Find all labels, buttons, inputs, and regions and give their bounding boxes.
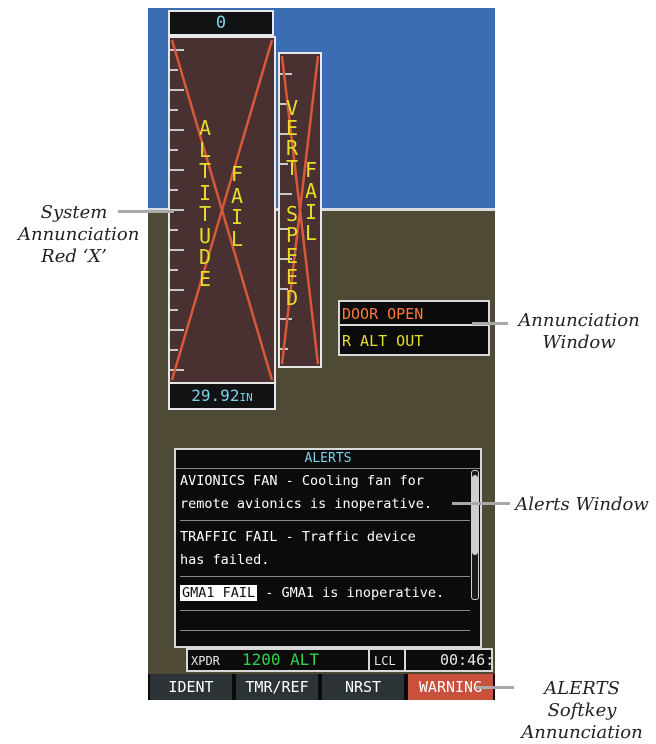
- callout-line: System: [40, 202, 108, 223]
- alert-item-line: AVIONICS FAN - Cooling fan for: [180, 473, 424, 489]
- baro-value: 29.92: [191, 386, 240, 405]
- callout-leader: [472, 322, 508, 325]
- fail-letter: I: [230, 205, 244, 229]
- annunciation-window: DOOR OPEN R ALT OUT: [338, 300, 490, 356]
- xpdr-label: XPDR: [191, 654, 220, 668]
- callout-line: ALERTS Softkey: [544, 678, 620, 721]
- alerts-window[interactable]: ALERTS AVIONICS FAN - Cooling fan for re…: [174, 448, 482, 648]
- alert-item-line: has failed.: [180, 552, 270, 568]
- local-time: 00:46:53: [440, 651, 495, 669]
- alert-highlight: GMA1 FAIL: [180, 585, 258, 601]
- callout-line: Annunciation: [521, 722, 643, 743]
- fail-letter: A: [230, 183, 244, 208]
- fail-letter: E: [285, 244, 299, 268]
- annunciation-item: DOOR OPEN: [340, 302, 488, 326]
- selected-altitude-box: 0: [168, 10, 274, 36]
- alert-divider: [180, 576, 470, 577]
- softkey-bar: IDENT TMR/REF NRST WARNING: [148, 674, 495, 700]
- altitude-fail-word: FAIL: [226, 162, 248, 251]
- alert-divider: [180, 610, 470, 611]
- callout-line: Red ‘X’: [41, 246, 107, 267]
- softkey-tmr-ref[interactable]: TMR/REF: [236, 674, 318, 700]
- alert-divider: [180, 630, 470, 631]
- fail-letter: A: [198, 116, 212, 140]
- fail-letter: E: [285, 265, 299, 289]
- xpdr-code: 1200 ALT: [242, 650, 320, 669]
- softkey-ident[interactable]: IDENT: [150, 674, 232, 700]
- baro-unit: IN: [239, 391, 253, 404]
- fail-letter: I: [304, 200, 318, 224]
- altitude-tape-graphics: [170, 39, 274, 381]
- callout-leader: [118, 210, 174, 213]
- callout-line: Annunciation: [518, 310, 640, 331]
- altitude-tape: [168, 36, 276, 384]
- alerts-scrollbar[interactable]: [471, 470, 479, 600]
- alert-item-line: GMA1 FAIL - GMA1 is inoperative.: [180, 582, 466, 604]
- callout-line: Annunciation: [18, 224, 140, 245]
- vsi-fail-word: FAIL: [300, 160, 322, 244]
- fail-letter: F: [304, 158, 318, 182]
- callout-annunciation-window: Annunciation Window: [506, 310, 652, 354]
- alerts-title: ALERTS: [176, 450, 480, 469]
- pfd-screen: 0 ALTITUDE FAIL 29.92IN V E R T S P E E …: [148, 8, 495, 700]
- alert-text: - GMA1 is inoperative.: [257, 585, 445, 601]
- fail-letter: L: [230, 226, 244, 251]
- callout-line: Window: [542, 332, 616, 353]
- callout-leader: [452, 502, 510, 505]
- annunciation-item: R ALT OUT: [342, 332, 424, 350]
- callout-alerts-softkey: ALERTS Softkey Annunciation: [510, 678, 654, 744]
- selected-altitude-value: 0: [215, 13, 227, 33]
- fail-letter: T: [198, 159, 212, 183]
- fail-letter: L: [198, 137, 212, 162]
- callout-line: Alerts Window: [515, 494, 649, 515]
- fail-letter: L: [304, 221, 318, 245]
- fail-letter: T: [198, 202, 212, 226]
- time-label: LCL: [374, 654, 396, 668]
- alert-divider: [180, 520, 470, 521]
- fail-letter: F: [230, 162, 244, 186]
- fail-letter: E: [285, 116, 299, 140]
- fail-letter: E: [198, 266, 212, 291]
- fail-letter: U: [198, 223, 212, 248]
- alert-item-line: TRAFFIC FAIL - Traffic device: [180, 529, 416, 545]
- callout-leader: [476, 686, 514, 689]
- fail-letter: A: [304, 179, 318, 203]
- fail-letter: D: [198, 245, 212, 269]
- fail-letter: R: [285, 136, 299, 160]
- alert-item-line: remote avionics is inoperative.: [180, 496, 432, 512]
- status-divider: [368, 650, 370, 670]
- fail-letter: V: [285, 96, 299, 120]
- scrollbar-thumb[interactable]: [472, 475, 478, 555]
- callout-alerts-window: Alerts Window: [512, 494, 652, 516]
- altitude-fail-label: ALTITUDE: [194, 116, 216, 291]
- fail-letter: I: [198, 180, 212, 205]
- softkey-nrst[interactable]: NRST: [322, 674, 404, 700]
- baro-setting-box: 29.92IN: [168, 382, 276, 410]
- callout-system-annunciation: System Annunciation Red ‘X’: [18, 202, 140, 268]
- fail-letter: D: [285, 286, 299, 310]
- status-bar: XPDR 1200 ALT LCL 00:46:53: [186, 648, 495, 672]
- status-divider: [404, 650, 406, 670]
